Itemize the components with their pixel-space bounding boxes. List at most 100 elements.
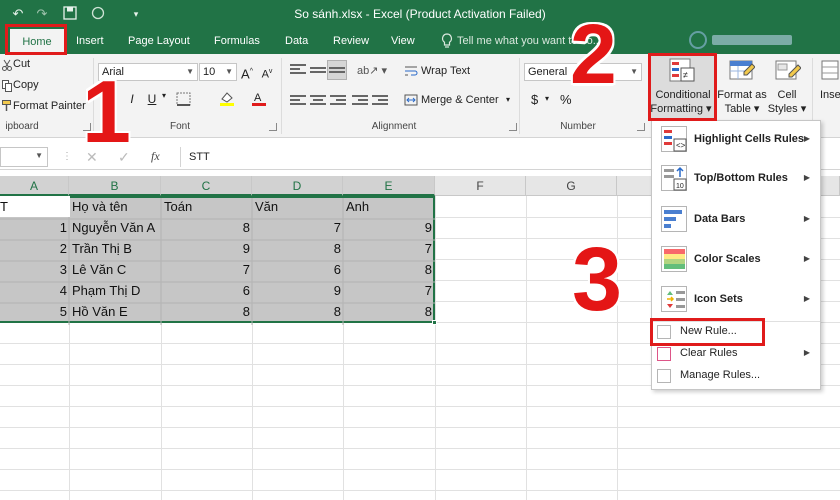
chevron-down-icon: ▼: [186, 67, 194, 76]
align-right-icon[interactable]: [330, 93, 346, 107]
menu-item-top-bottom-rules[interactable]: 10 Top/Bottom Rules ▶: [652, 161, 820, 197]
fill-color-icon[interactable]: [218, 90, 236, 106]
column-header-d[interactable]: D: [252, 176, 343, 196]
cell-d6[interactable]: 8: [252, 301, 343, 322]
chevron-down-icon[interactable]: ▾: [506, 95, 510, 104]
cell-a4[interactable]: 3: [0, 259, 69, 280]
cell-c1[interactable]: Toán: [161, 196, 252, 217]
cell-c2[interactable]: 8: [161, 217, 252, 238]
tab-view[interactable]: View: [387, 28, 419, 54]
number-launcher-icon[interactable]: [637, 123, 645, 131]
align-middle-icon[interactable]: [310, 65, 326, 79]
cell-e5[interactable]: 7: [343, 280, 434, 301]
cell-d5[interactable]: 9: [252, 280, 343, 301]
decrease-font-icon[interactable]: Av: [258, 63, 276, 81]
data-bars-label: Data Bars: [694, 213, 746, 225]
cell-c3[interactable]: 9: [161, 238, 252, 259]
format-painter-button[interactable]: Format Painter: [13, 100, 86, 112]
tab-formulas[interactable]: Formulas: [210, 28, 264, 54]
cell-d1[interactable]: Văn: [252, 196, 343, 217]
align-center-icon[interactable]: [310, 93, 326, 107]
currency-button[interactable]: $: [531, 92, 538, 107]
cell-b4[interactable]: Lê Văn C: [69, 259, 161, 280]
format-as-table-label-1[interactable]: Format as: [716, 89, 768, 102]
cell-styles-label-1[interactable]: Cell: [770, 89, 804, 102]
clear-rules-label: Clear Rules: [680, 347, 738, 359]
lightbulb-icon: [441, 33, 455, 49]
increase-indent-icon[interactable]: [372, 93, 388, 107]
column-header-e[interactable]: E: [343, 176, 435, 196]
decrease-indent-icon[interactable]: [352, 93, 368, 107]
chevron-down-icon: ▼: [225, 67, 233, 76]
cell-a2[interactable]: 1: [0, 217, 69, 238]
icon-sets-icon: [661, 286, 687, 312]
tab-insert[interactable]: Insert: [72, 28, 108, 54]
tab-review[interactable]: Review: [329, 28, 373, 54]
copy-button[interactable]: Copy: [13, 79, 39, 91]
column-header-a[interactable]: A: [0, 176, 69, 196]
font-color-icon[interactable]: A: [250, 90, 268, 106]
cell-c6[interactable]: 8: [161, 301, 252, 322]
tab-page-layout[interactable]: Page Layout: [124, 28, 194, 54]
cut-button[interactable]: Cut: [13, 58, 30, 70]
cell-b3[interactable]: Trần Thị B: [69, 238, 161, 259]
cell-d3[interactable]: 8: [252, 238, 343, 259]
scissors-icon: [2, 59, 12, 71]
gridline: [0, 448, 840, 449]
cell-e2[interactable]: 9: [343, 217, 434, 238]
menu-item-highlight-cells-rules[interactable]: <> Highlight Cells Rules ▶: [652, 122, 820, 158]
align-bottom-button[interactable]: [327, 60, 347, 80]
cell-b5[interactable]: Phạm Thị D: [69, 280, 161, 301]
borders-icon[interactable]: [176, 92, 192, 106]
cell-e1[interactable]: Anh: [343, 196, 435, 217]
cell-e3[interactable]: 7: [343, 238, 434, 259]
column-header-b[interactable]: B: [69, 176, 161, 196]
cell-c5[interactable]: 6: [161, 280, 252, 301]
cell-c4[interactable]: 7: [161, 259, 252, 280]
cell-e4[interactable]: 8: [343, 259, 434, 280]
formula-input[interactable]: STT: [180, 147, 650, 167]
cell-a6[interactable]: 5: [0, 301, 69, 322]
tab-data[interactable]: Data: [281, 28, 312, 54]
menu-item-manage-rules[interactable]: Manage Rules...: [652, 366, 820, 386]
chevron-down-icon[interactable]: ▾: [545, 94, 549, 103]
cell-styles-label-2[interactable]: Styles ▾: [766, 103, 808, 116]
increase-font-icon[interactable]: A^: [238, 63, 256, 81]
align-top-icon[interactable]: [290, 62, 306, 76]
wrap-text-icon: [404, 64, 418, 78]
merge-center-button[interactable]: Merge & Center: [421, 94, 499, 106]
cell-a3[interactable]: 2: [0, 238, 69, 259]
wrap-text-button[interactable]: Wrap Text: [421, 65, 470, 77]
orientation-icon[interactable]: ab↗ ▾: [357, 64, 387, 77]
column-header-c[interactable]: C: [161, 176, 252, 196]
insert-button[interactable]: Inse: [820, 89, 840, 102]
chevron-right-icon: ▶: [803, 254, 810, 263]
underline-button[interactable]: U: [143, 90, 161, 108]
cell-d4[interactable]: 6: [252, 259, 343, 280]
alignment-launcher-icon[interactable]: [509, 123, 517, 131]
cell-a1[interactable]: T: [0, 196, 17, 217]
cell-b2[interactable]: Nguyễn Văn A: [69, 217, 161, 238]
menu-item-data-bars[interactable]: Data Bars ▶: [652, 202, 820, 238]
font-launcher-icon[interactable]: [269, 123, 277, 131]
menu-item-color-scales[interactable]: Color Scales ▶: [652, 242, 820, 278]
insert-function-icon[interactable]: fx: [151, 149, 160, 164]
name-box[interactable]: ▼: [0, 147, 48, 167]
step-number-2: 2: [570, 7, 617, 101]
format-as-table-label-2[interactable]: Table ▾: [716, 103, 768, 116]
cell-e6[interactable]: 8: [343, 301, 434, 322]
menu-item-clear-rules[interactable]: Clear Rules ▶: [652, 344, 820, 364]
chevron-down-icon: ▼: [630, 67, 638, 76]
align-left-icon[interactable]: [290, 93, 306, 107]
cell-a5[interactable]: 4: [0, 280, 69, 301]
column-header-f[interactable]: F: [435, 176, 526, 196]
cell-d2[interactable]: 7: [252, 217, 343, 238]
cell-b6[interactable]: Hồ Văn E: [69, 301, 161, 322]
column-header-g[interactable]: G: [526, 176, 617, 196]
chevron-right-icon: ▶: [803, 214, 810, 223]
cell-b1[interactable]: Họ và tên: [69, 196, 161, 217]
menu-item-icon-sets[interactable]: Icon Sets ▶: [652, 282, 820, 318]
chevron-down-icon[interactable]: ▾: [162, 91, 166, 100]
font-size-select[interactable]: 10 ▼: [199, 63, 237, 81]
copy-icon: [2, 80, 12, 92]
